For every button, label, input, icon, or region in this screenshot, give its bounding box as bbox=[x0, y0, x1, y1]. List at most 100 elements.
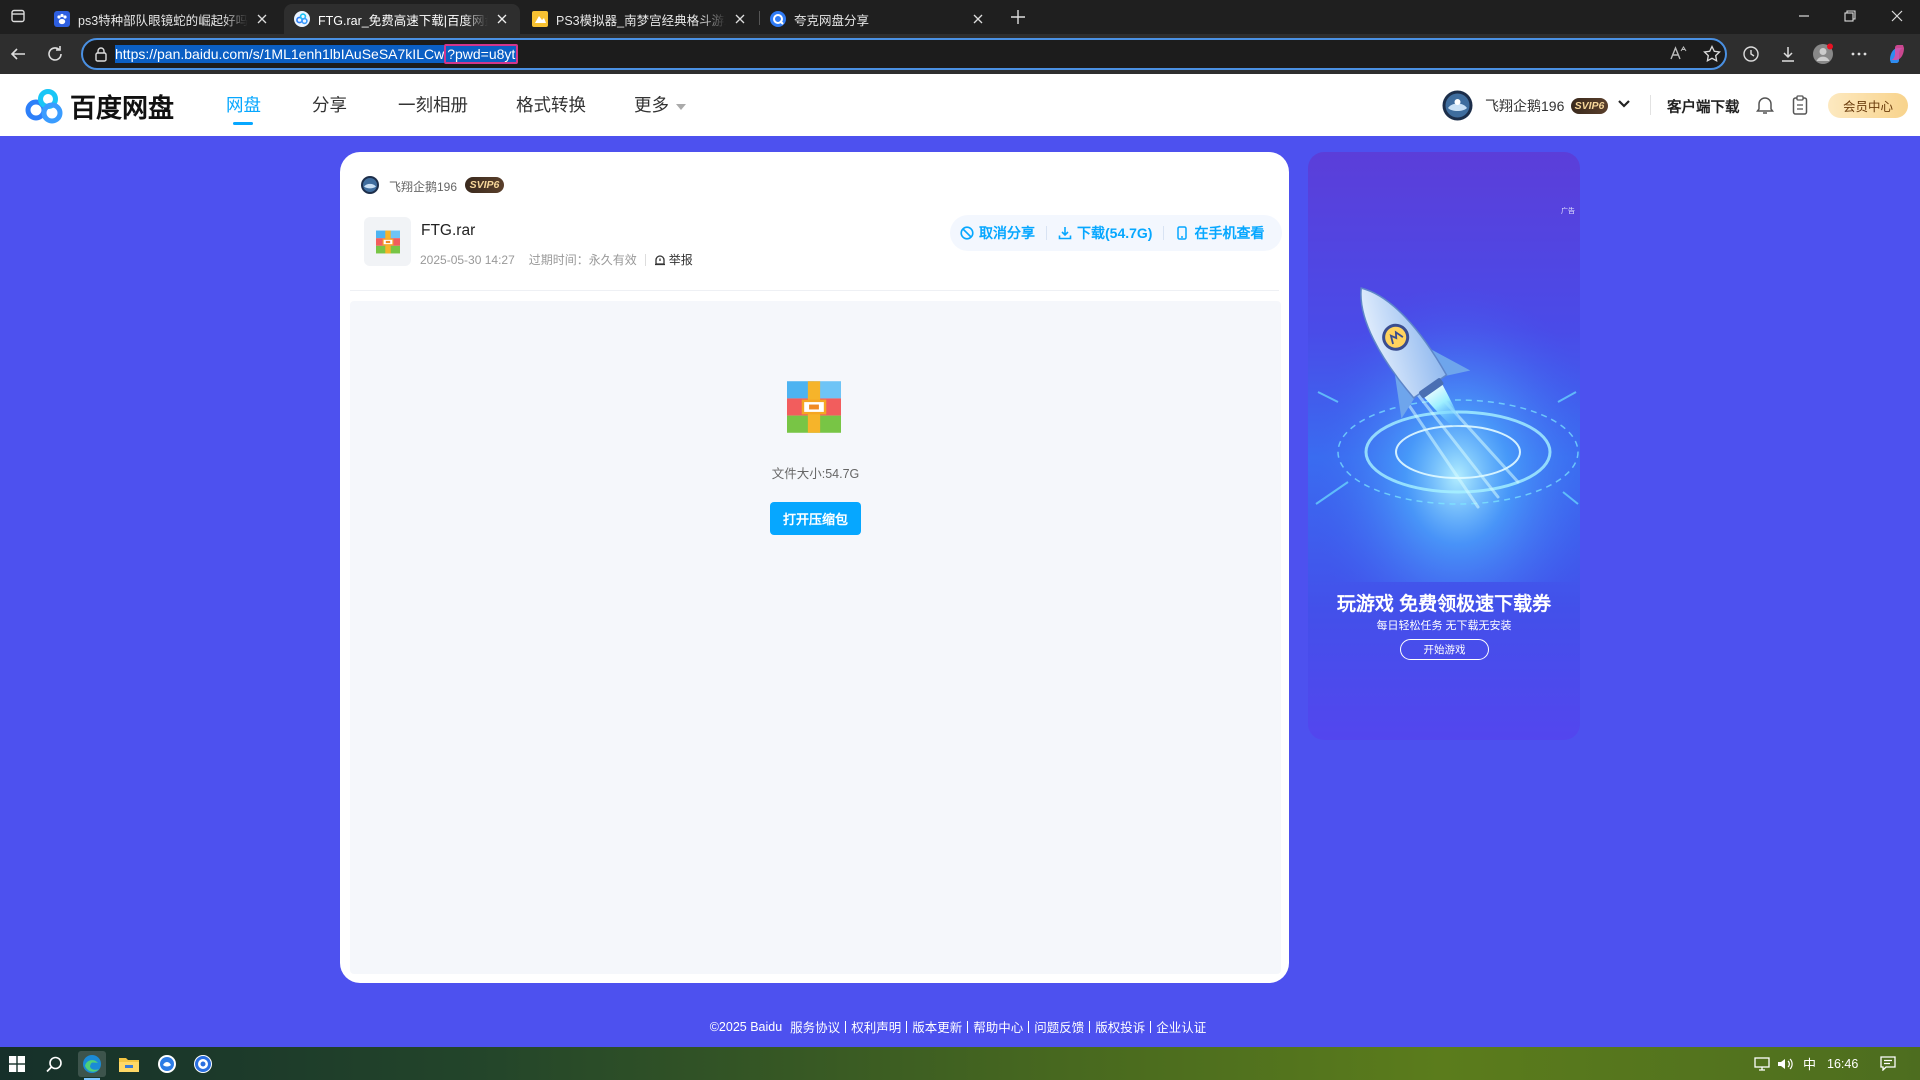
browser-tab[interactable]: PS3模拟器_南梦宫经典格斗游戏的 bbox=[522, 4, 758, 34]
tab-close-icon[interactable] bbox=[254, 11, 270, 27]
start-game-button[interactable]: 开始游戏 bbox=[1400, 639, 1489, 660]
notification-bell-icon[interactable] bbox=[1756, 95, 1774, 115]
footer-copyright: ©2025 Baidu bbox=[709, 1019, 783, 1034]
favorite-star-icon[interactable] bbox=[1703, 45, 1721, 63]
browser-tab[interactable]: 夸克网盘分享 bbox=[760, 4, 996, 34]
owner-name[interactable]: 飞翔企鹅196 bbox=[389, 178, 457, 195]
footer-link[interactable]: 版本更新 bbox=[912, 1017, 962, 1036]
notification-center-icon[interactable] bbox=[1880, 1047, 1896, 1080]
download-icon[interactable] bbox=[1776, 42, 1800, 66]
nav-more[interactable]: 更多 bbox=[634, 92, 669, 117]
footer-link[interactable]: 权利声明 bbox=[851, 1017, 901, 1036]
phone-icon bbox=[1177, 226, 1188, 240]
quark-icon bbox=[770, 11, 786, 27]
vip-center-button[interactable]: 会员中心 bbox=[1828, 93, 1908, 118]
app-blue-ring-icon[interactable] bbox=[190, 1051, 216, 1077]
url-text[interactable]: https://pan.baidu.com/s/1ML1enh1lbIAuSeS… bbox=[115, 44, 519, 64]
taskbar-search-icon[interactable] bbox=[41, 1051, 67, 1077]
file-preview-area: 文件大小:54.7G 打开压缩包 bbox=[350, 301, 1281, 974]
restore-icon[interactable] bbox=[1827, 0, 1873, 32]
tab-close-icon[interactable] bbox=[970, 11, 986, 27]
close-window-icon[interactable] bbox=[1874, 0, 1920, 32]
download-label: 下载(54.7G) bbox=[1077, 225, 1153, 241]
report-label: 举报 bbox=[668, 253, 693, 267]
new-tab-icon[interactable] bbox=[1010, 9, 1026, 25]
file-explorer-icon[interactable] bbox=[116, 1051, 142, 1077]
copilot-icon[interactable] bbox=[1885, 42, 1909, 66]
back-arrow-icon[interactable] bbox=[6, 42, 30, 66]
user-menu-chevron-icon[interactable] bbox=[1617, 99, 1631, 109]
footer-link[interactable]: 问题反馈 bbox=[1034, 1017, 1084, 1036]
view-on-phone-button[interactable]: 在手机查看 bbox=[1175, 223, 1264, 243]
cancel-share-button[interactable]: 取消分享 bbox=[960, 223, 1035, 243]
file-thumbnail bbox=[364, 217, 411, 266]
report-alarm-icon bbox=[654, 254, 665, 265]
tab-title: 夸克网盘分享 bbox=[794, 13, 870, 28]
nav-netdisk[interactable]: 网盘 bbox=[226, 92, 261, 117]
share-date: 2025-05-30 14:27 bbox=[420, 252, 515, 267]
owner-avatar[interactable] bbox=[361, 176, 379, 194]
site-logo-text[interactable]: 百度网盘 bbox=[70, 88, 174, 125]
header-divider bbox=[1650, 95, 1651, 115]
footer-link[interactable]: 版权投诉 bbox=[1095, 1017, 1145, 1036]
browser-tab-active[interactable]: FTG.rar_免费高速下载|百度网盘-分 bbox=[284, 4, 520, 34]
open-archive-button[interactable]: 打开压缩包 bbox=[770, 502, 861, 535]
url-password-param: ?pwd=u8yt bbox=[444, 44, 519, 64]
footer-link[interactable]: 企业认证 bbox=[1156, 1017, 1206, 1036]
client-download-link[interactable]: 客户端下载 bbox=[1667, 96, 1740, 117]
site-header: 百度网盘 网盘 分享 一刻相册 格式转换 更多 飞翔企鹅196 SVIP6 客户… bbox=[0, 74, 1920, 136]
footer-divider bbox=[967, 1020, 969, 1033]
owner-svip-badge: SVIP6 bbox=[465, 177, 504, 193]
windows-taskbar: 中 16:46 bbox=[0, 1047, 1920, 1080]
browser-tab[interactable]: ps3特种部队眼镜蛇的崛起好吗_百 bbox=[44, 4, 280, 34]
tab-actions-icon[interactable] bbox=[10, 8, 26, 24]
site-footer: ©2025 Baidu 服务协议 权利声明 版本更新 帮助中心 问题反馈 版权投… bbox=[0, 1017, 1916, 1036]
task-clipboard-icon[interactable] bbox=[1792, 95, 1808, 115]
profile-avatar-icon[interactable] bbox=[1811, 42, 1835, 66]
url-main: https://pan.baidu.com/s/1ML1enh1lbIAuSeS… bbox=[115, 45, 445, 63]
tab-title: ps3特种部队眼镜蛇的崛起好吗_百 bbox=[78, 13, 248, 28]
baidu-netdisk-logo-icon[interactable] bbox=[24, 88, 64, 124]
history-icon[interactable] bbox=[1739, 42, 1763, 66]
taskbar-edge-icon[interactable] bbox=[78, 1051, 106, 1077]
tab-close-icon[interactable] bbox=[494, 11, 510, 27]
archive-file-icon bbox=[375, 230, 400, 253]
nav-more-caret-icon[interactable] bbox=[676, 104, 686, 110]
share-actions-bar: 取消分享 下载(54.7G) 在手机查看 bbox=[950, 215, 1282, 251]
action-divider bbox=[1046, 226, 1047, 240]
user-avatar[interactable] bbox=[1442, 90, 1473, 121]
address-bar[interactable]: https://pan.baidu.com/s/1ML1enh1lbIAuSeS… bbox=[81, 38, 1727, 70]
report-link[interactable]: 举报 bbox=[654, 251, 693, 268]
ad-tag: 广告 bbox=[1561, 208, 1575, 215]
tab-close-icon[interactable] bbox=[732, 11, 748, 27]
app-blue-round-icon[interactable] bbox=[154, 1051, 180, 1077]
network-icon[interactable] bbox=[1754, 1047, 1770, 1080]
action-divider bbox=[1163, 226, 1165, 240]
tab-title: PS3模拟器_南梦宫经典格斗游戏的 bbox=[556, 13, 726, 28]
download-button[interactable]: 下载(54.7G) bbox=[1058, 223, 1152, 243]
nav-share[interactable]: 分享 bbox=[312, 92, 347, 117]
ad-title: 玩游戏 免费领极速下载券 bbox=[1336, 594, 1552, 615]
footer-link[interactable]: 服务协议 bbox=[790, 1017, 840, 1036]
file-meta: 2025-05-30 14:27 过期时间：永久有效 举报 bbox=[420, 251, 693, 268]
nav-album[interactable]: 一刻相册 bbox=[398, 92, 468, 117]
nav-active-indicator bbox=[233, 122, 253, 125]
svip-badge: SVIP6 bbox=[1571, 98, 1608, 114]
baidu-paw-icon bbox=[54, 11, 70, 27]
lock-icon[interactable] bbox=[93, 46, 109, 62]
game-ad-banner[interactable]: 广告 玩游戏 免费领极速下载券 每日轻松任务 无下载无安装 开始游戏 bbox=[1308, 152, 1580, 740]
input-method-indicator[interactable]: 中 bbox=[1803, 1047, 1816, 1080]
volume-speaker-icon[interactable] bbox=[1777, 1047, 1793, 1080]
windows-start-icon[interactable] bbox=[4, 1051, 30, 1077]
more-options-icon[interactable] bbox=[1847, 42, 1871, 66]
minimize-icon[interactable] bbox=[1781, 0, 1827, 32]
view-on-phone-label: 在手机查看 bbox=[1194, 225, 1265, 241]
reload-icon[interactable] bbox=[43, 42, 67, 66]
nav-format-convert[interactable]: 格式转换 bbox=[516, 92, 586, 117]
share-expire: 过期时间：永久有效 bbox=[528, 253, 637, 267]
user-name[interactable]: 飞翔企鹅196 bbox=[1485, 96, 1564, 116]
read-aloud-icon[interactable] bbox=[1669, 45, 1687, 63]
footer-divider bbox=[1150, 1020, 1152, 1033]
clock-time[interactable]: 16:46 bbox=[1827, 1047, 1858, 1080]
footer-link[interactable]: 帮助中心 bbox=[973, 1017, 1023, 1036]
